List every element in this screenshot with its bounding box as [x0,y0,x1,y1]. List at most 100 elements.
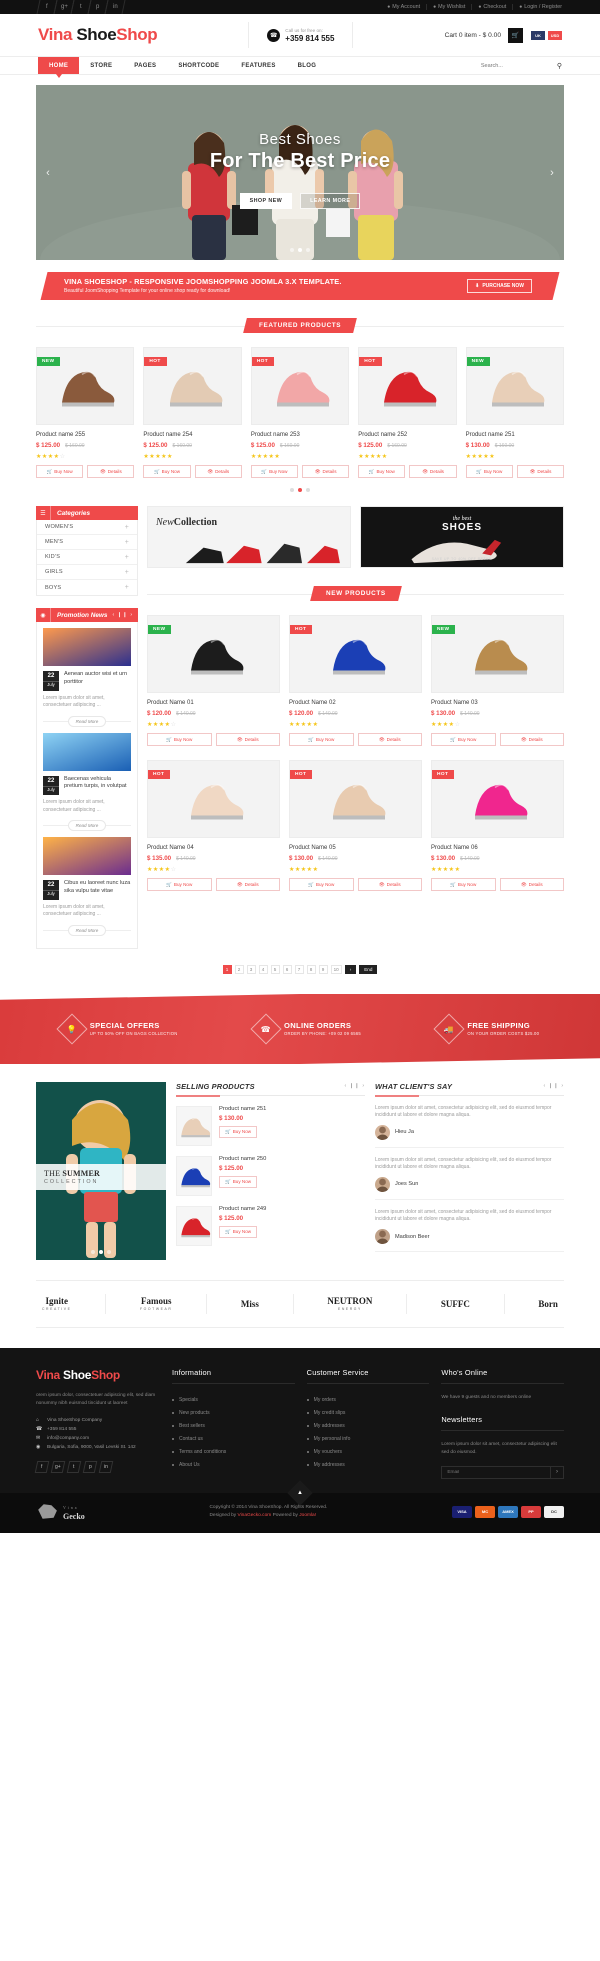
product-thumbnail[interactable]: HOT [250,347,350,425]
product-thumbnail[interactable]: NEW [465,347,565,425]
selling-thumbnail[interactable] [176,1105,212,1146]
product-thumbnail[interactable]: HOT [289,760,422,838]
newsletter-email-input[interactable] [442,1466,551,1478]
summer-dot-1[interactable] [99,1249,103,1254]
details-button[interactable]: 👁 Details [516,465,565,478]
selling-buy-button[interactable]: 🛒 Buy Now [219,1225,258,1238]
footer-link[interactable]: My orders [307,1394,430,1407]
buy-now-button[interactable]: 🛒 Buy Now [250,465,299,478]
expand-icon[interactable]: + [125,569,129,576]
footer-link[interactable]: About Us [172,1459,295,1472]
expand-icon[interactable]: + [125,584,129,591]
brand-logo-neutron[interactable]: NEUTRON ENERGY [327,1296,372,1311]
vinagecko-logo[interactable]: Vina Gecko [36,1503,85,1521]
read-more-button[interactable]: Read More [67,820,107,831]
footer-social-icon-t[interactable]: t [66,1460,82,1473]
page-button-5[interactable]: 5 [270,964,280,974]
footer-social-icon-p[interactable]: p [82,1460,98,1473]
footer-social-icon-in[interactable]: in [98,1460,114,1473]
slider-dot-1[interactable] [290,248,294,252]
details-button[interactable]: 👁 Details [357,733,422,746]
footer-link[interactable]: My personal info [307,1433,430,1446]
news-title[interactable]: Baecenas vehicula pretium turpis, in vol… [64,776,131,791]
buy-now-button[interactable]: 🛒 Buy Now [289,733,354,746]
footer-link[interactable]: Terms and conditions [172,1446,295,1459]
product-thumbnail[interactable]: NEW [36,347,135,425]
brand-logo-ignite[interactable]: Ignite CREATIVE [42,1296,72,1311]
summer-dots[interactable] [36,1249,166,1254]
summer-collection-block[interactable]: THE SUMMER COLLECTION [36,1081,166,1260]
brand-logo-suffc[interactable]: SUFFC [441,1299,470,1309]
banner-new-collection[interactable]: NewCollection [147,506,351,568]
vinagecko-link[interactable]: VinaGecko.com [237,1513,271,1518]
product-thumbnail[interactable]: NEW [147,615,280,693]
footer-link[interactable]: My credit slips [307,1407,430,1420]
search-input[interactable] [480,62,553,69]
slider-dot-2[interactable] [298,248,302,252]
buy-now-button[interactable]: 🛒 Buy Now [143,465,191,478]
category-item-mens[interactable]: MEN'S + [37,535,137,550]
expand-icon[interactable]: + [125,539,129,546]
end-page-button[interactable]: End [359,964,378,974]
featured-dot-1[interactable] [298,488,302,492]
nav-item-features[interactable]: FEATURES [230,57,286,74]
details-button[interactable]: 👁 Details [87,465,135,478]
slider-dots[interactable] [36,248,564,252]
product-thumbnail[interactable]: HOT [143,347,242,425]
page-button-3[interactable]: 3 [246,964,256,974]
read-more-button[interactable]: Read More [67,924,107,936]
selling-thumbnail[interactable] [176,1205,212,1246]
product-thumbnail[interactable]: HOT [358,347,457,425]
page-button-4[interactable]: 4 [258,964,268,974]
page-button-1[interactable]: 1 [222,964,232,974]
selling-buy-button[interactable]: 🛒 Buy Now [219,1175,258,1188]
banner-best-shoes[interactable]: the best SHOES SAVE UP TO 40% OFF RETAIL [360,506,564,568]
joomla-link[interactable]: Joomla! [299,1513,316,1518]
expand-icon[interactable]: + [125,524,129,531]
topbar-link-1[interactable]: ● My Wishlist [427,4,473,10]
currency-switcher[interactable]: USD [548,30,562,40]
read-more-button[interactable]: Read More [67,715,107,727]
page-button-2[interactable]: 2 [234,964,244,974]
brand-logo-born[interactable]: Born [538,1299,558,1309]
featured-dot-0[interactable] [290,488,294,492]
footer-logo[interactable]: Vina ShoeShop [36,1368,160,1382]
nav-item-blog[interactable]: BLOG [287,57,328,74]
nav-item-store[interactable]: STORE [79,57,123,74]
slider-prev-arrow[interactable]: ‹ [40,165,56,181]
brand-logo-miss[interactable]: Miss [241,1299,259,1309]
page-button-10[interactable]: 10 [330,964,342,974]
social-icon-in[interactable]: in [104,0,126,14]
details-button[interactable]: 👁 Details [357,878,422,891]
details-button[interactable]: 👁 Details [499,733,564,746]
product-thumbnail[interactable]: NEW [431,615,564,693]
category-item-boys[interactable]: BOYS + [37,580,137,595]
details-button[interactable]: 👁 Details [215,733,280,746]
details-button[interactable]: 👁 Details [194,465,242,478]
shop-new-button[interactable]: SHOP NEW [239,193,293,209]
category-item-womens[interactable]: WOMEN'S + [37,520,137,535]
footer-link[interactable]: Contact us [172,1433,295,1446]
featured-carousel-dots[interactable] [36,488,564,492]
selling-carousel-nav[interactable]: ‹ ❙❙ › [345,1083,366,1089]
footer-link[interactable]: My vouchers [307,1446,430,1459]
topbar-link-3[interactable]: ● Login / Register [513,4,562,10]
summer-dot-0[interactable] [91,1249,95,1254]
search-block[interactable]: ⚲ [480,57,562,74]
news-title[interactable]: Aenean auctor wisi et urn porttitor [64,671,131,686]
nav-item-pages[interactable]: PAGES [123,57,167,74]
topbar-link-2[interactable]: ● Checkout [472,4,514,10]
pagination[interactable]: 1 2 3 4 5 6 7 8 9 10 › End [36,964,564,974]
expand-icon[interactable]: + [125,554,129,561]
slider-dot-3[interactable] [306,248,310,252]
next-page-button[interactable]: › [344,964,357,974]
featured-dot-2[interactable] [306,488,310,492]
buy-now-button[interactable]: 🛒 Buy Now [147,733,212,746]
brand-logo-famous[interactable]: Famous FOOTWEAR [140,1296,172,1311]
page-button-7[interactable]: 7 [294,964,304,974]
footer-social-icon-f[interactable]: f [34,1460,50,1473]
details-button[interactable]: 👁 Details [215,878,280,891]
footer-social-icon-g+[interactable]: g+ [50,1460,66,1473]
hero-slider[interactable]: Best Shoes For The Best Price SHOP NEW L… [36,85,564,260]
footer-link[interactable]: My addresses [307,1459,430,1472]
